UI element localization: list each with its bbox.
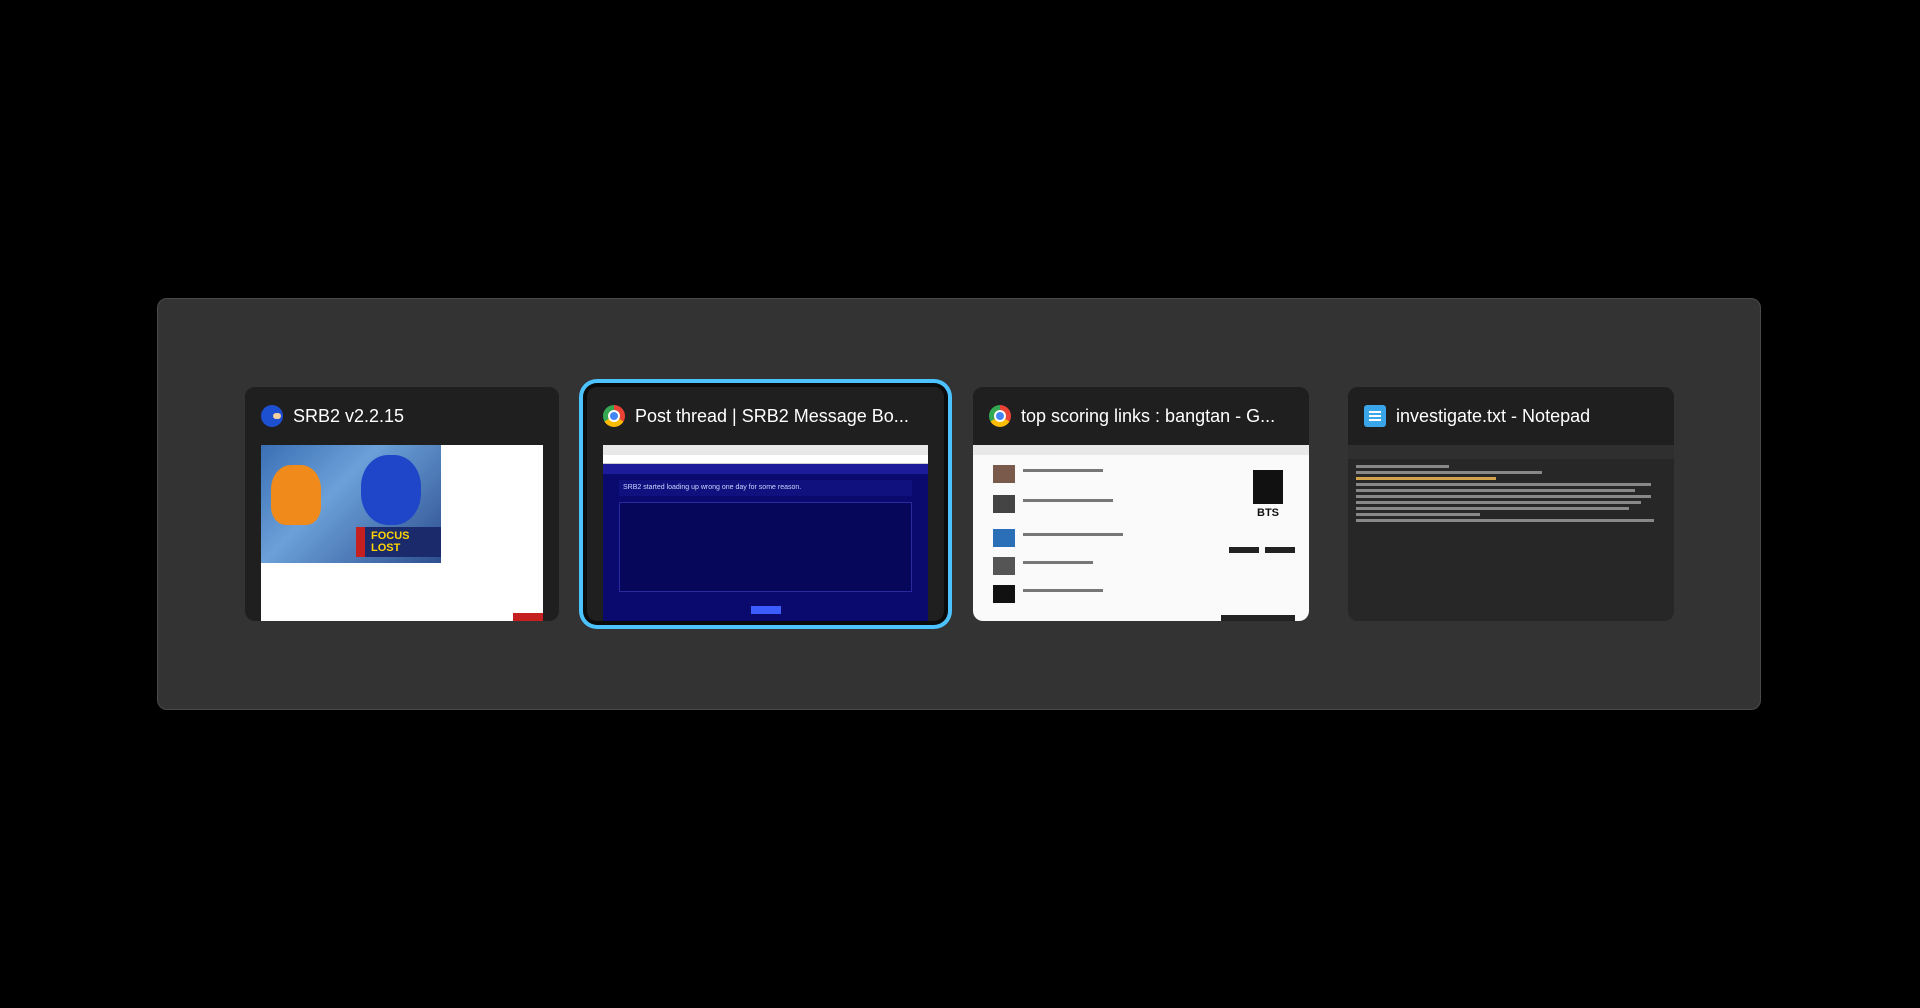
text-line <box>1356 495 1651 498</box>
text-line <box>1356 513 1480 516</box>
browser-address-bar <box>603 455 928 464</box>
window-title: investigate.txt - Notepad <box>1396 405 1591 426</box>
sidebar-footer <box>1221 615 1295 621</box>
text-line <box>1356 501 1642 504</box>
create-post-button <box>1265 547 1295 553</box>
bts-text: BTS <box>1257 507 1279 519</box>
sonic-sprite <box>361 455 421 525</box>
bts-logo <box>1253 470 1283 504</box>
window-thumbnail <box>1348 445 1674 621</box>
post-thumb <box>993 495 1015 513</box>
window-card-top-scoring-links[interactable]: top scoring links : bangtan - G... BTS <box>973 387 1309 621</box>
post-editor <box>619 502 912 592</box>
text-line <box>1356 519 1654 522</box>
post-thumb <box>993 557 1015 575</box>
forum-nav <box>603 464 928 474</box>
window-title: top scoring links : bangtan - G... <box>1021 405 1276 426</box>
notepad-toolbar <box>1348 445 1674 459</box>
game-corner-mark <box>513 613 543 621</box>
text-line <box>1356 477 1496 480</box>
chrome-icon <box>989 405 1011 427</box>
post-line <box>1023 561 1093 564</box>
window-card-srb2[interactable]: SRB2 v2.2.15 FOCUS LOST <box>245 387 559 621</box>
thread-title-input: SRB2 started loading up wrong one day fo… <box>619 480 912 496</box>
window-thumbnail: SRB2 started loading up wrong one day fo… <box>603 445 928 621</box>
post-thumb <box>993 529 1015 547</box>
text-line <box>1356 465 1449 468</box>
game-screen: FOCUS LOST <box>261 445 441 563</box>
window-card-notepad[interactable]: investigate.txt - Notepad <box>1348 387 1674 621</box>
window-card-header: SRB2 v2.2.15 <box>245 387 559 445</box>
tails-sprite <box>271 465 321 525</box>
join-button <box>1229 547 1259 553</box>
text-line <box>1356 507 1629 510</box>
focus-lost-label: FOCUS LOST <box>365 527 441 557</box>
notepad-icon <box>1364 405 1386 427</box>
window-card-header: investigate.txt - Notepad <box>1348 387 1674 445</box>
window-card-post-thread[interactable]: Post thread | SRB2 Message Bo... SRB2 st… <box>587 387 944 621</box>
window-thumbnail: FOCUS LOST <box>261 445 543 621</box>
window-card-header: Post thread | SRB2 Message Bo... <box>587 387 944 445</box>
text-line <box>1356 489 1635 492</box>
browser-tabs <box>973 445 1309 455</box>
text-line <box>1356 483 1651 486</box>
post-line <box>1023 533 1123 536</box>
post-line <box>1023 469 1103 472</box>
browser-tabs <box>603 445 928 455</box>
sonic-icon <box>261 405 283 427</box>
text-line <box>1356 471 1542 474</box>
post-thread-button <box>750 606 781 614</box>
post-line <box>1023 589 1103 592</box>
post-line <box>1023 499 1113 502</box>
chrome-icon <box>603 405 625 427</box>
window-card-header: top scoring links : bangtan - G... <box>973 387 1309 445</box>
post-thumb <box>993 465 1015 483</box>
window-title: SRB2 v2.2.15 <box>293 405 405 426</box>
window-thumbnail: BTS <box>973 445 1309 621</box>
window-title: Post thread | SRB2 Message Bo... <box>635 405 909 426</box>
post-thumb <box>993 585 1015 603</box>
